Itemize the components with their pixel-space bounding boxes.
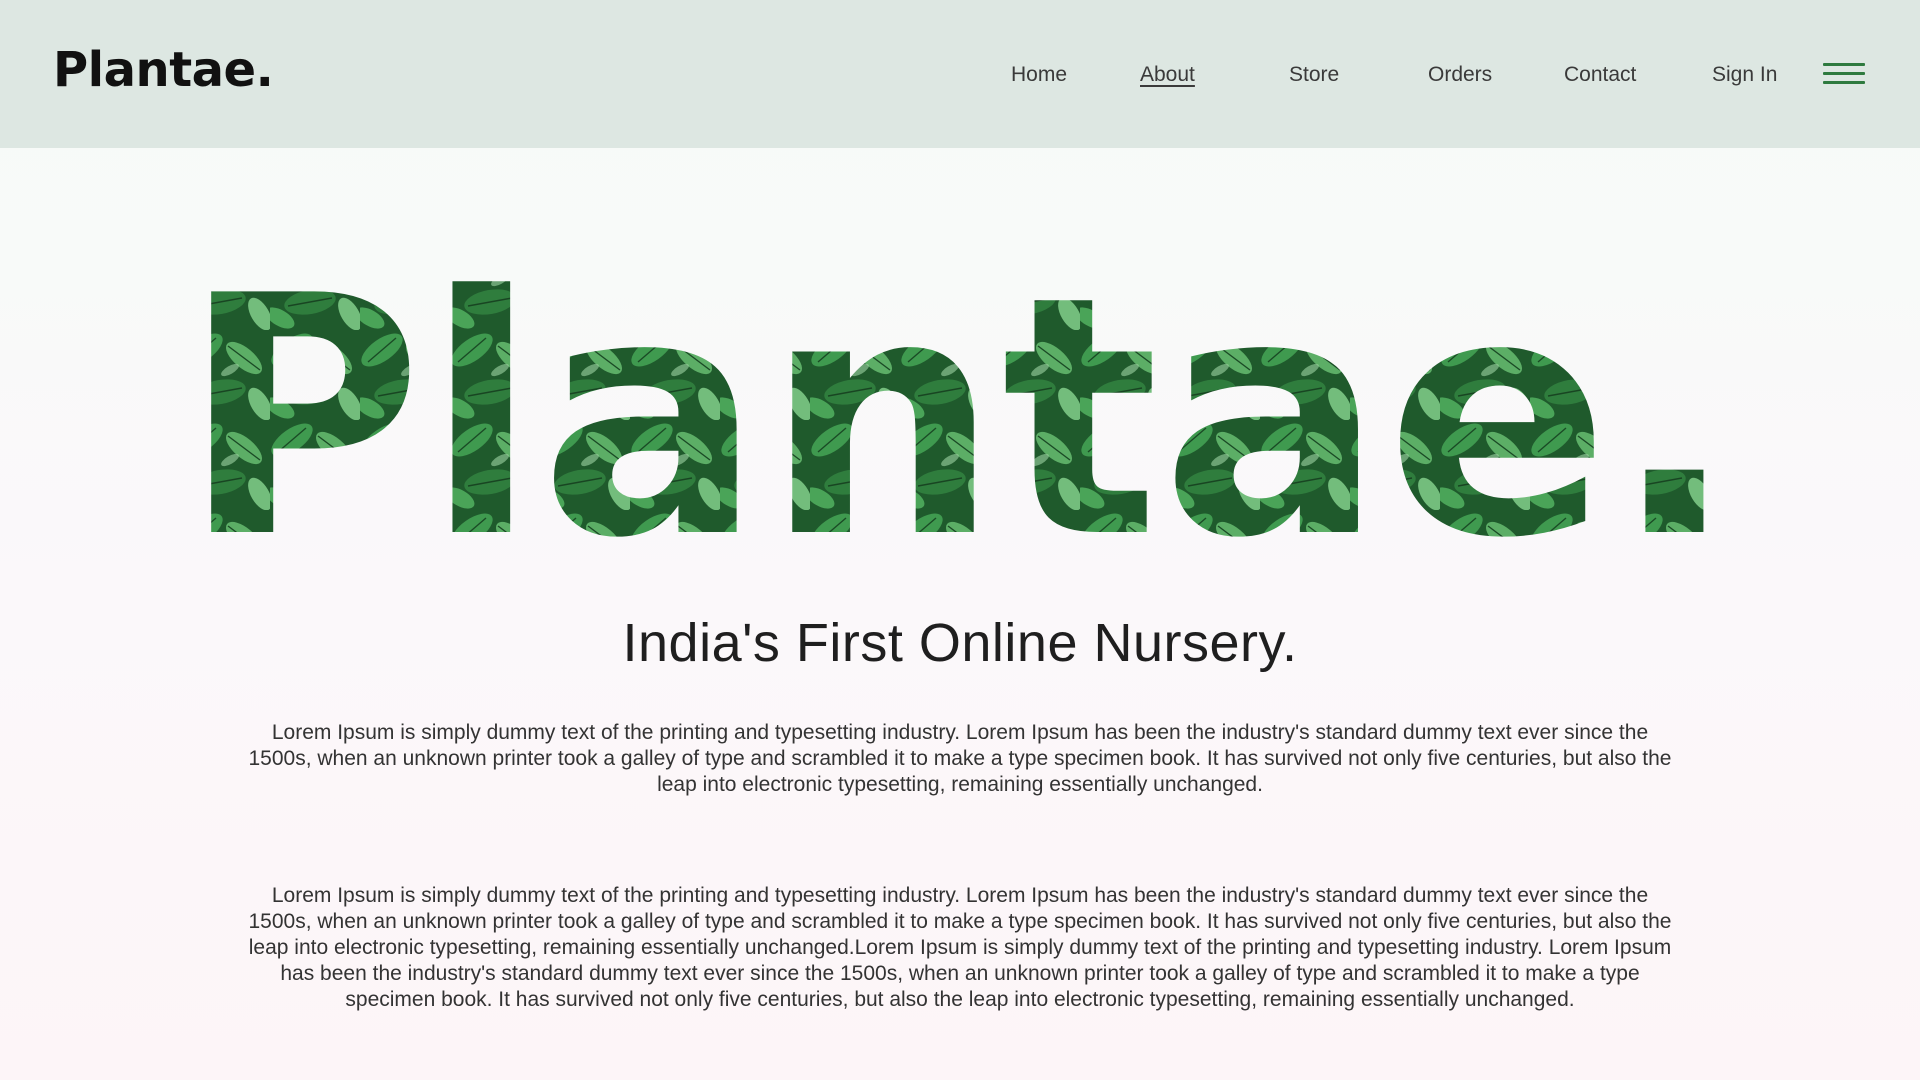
hamburger-line [1823, 72, 1865, 75]
hero-tagline: India's First Online Nursery. [622, 613, 1298, 673]
hero-wordmark: Plantae. [181, 240, 1739, 570]
about-paragraph: Lorem Ipsum is simply dummy text of the … [248, 884, 1672, 1011]
nav-link-home[interactable]: Home [1011, 62, 1067, 88]
nav-link-sign-in[interactable]: Sign In [1712, 62, 1777, 88]
hamburger-line [1823, 63, 1865, 66]
hamburger-menu-icon[interactable] [1823, 61, 1865, 89]
hero-wordmark-graphic: Plantae. [181, 240, 1739, 570]
nav-link-about[interactable]: About [1140, 62, 1195, 88]
navbar: Plantae. Home About Store Orders Contact… [0, 0, 1920, 148]
brand-logo[interactable]: Plantae. [53, 42, 274, 98]
intro-paragraph: Lorem Ipsum is simply dummy text of the … [248, 721, 1672, 796]
nav-link-store[interactable]: Store [1289, 62, 1339, 88]
hamburger-line [1823, 81, 1865, 84]
nav-link-contact[interactable]: Contact [1564, 62, 1636, 88]
nav-link-orders[interactable]: Orders [1428, 62, 1492, 88]
